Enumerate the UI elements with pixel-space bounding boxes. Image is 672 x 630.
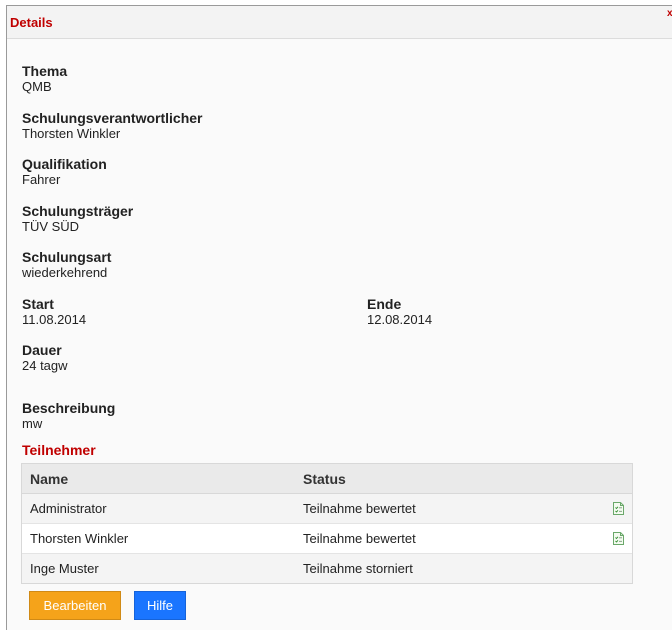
column-header-status[interactable]: Status	[303, 471, 346, 487]
field-qualifikation: Qualifikation Fahrer	[22, 156, 107, 188]
field-value: QMB	[22, 79, 52, 94]
field-schulungsart: Schulungsart wiederkehrend	[22, 249, 111, 281]
field-value: 12.08.2014	[367, 312, 433, 327]
participants-table: Name Status Administrator Teilnahme bewe…	[21, 463, 633, 584]
column-header-name[interactable]: Name	[30, 471, 68, 487]
field-beschreibung: Beschreibung mw	[22, 400, 115, 432]
participant-status: Teilnahme bewertet	[303, 531, 416, 546]
evaluation-document-icon[interactable]	[613, 502, 624, 515]
dialog-title: Details	[10, 15, 53, 30]
dialog-titlebar: Details x	[7, 6, 672, 39]
table-row[interactable]: Administrator Teilnahme bewertet	[22, 494, 632, 524]
participant-name: Inge Muster	[30, 561, 99, 576]
field-value: 24 tagw	[22, 358, 68, 373]
help-button[interactable]: Hilfe	[134, 591, 186, 620]
field-label: Start	[22, 296, 54, 312]
field-value: Fahrer	[22, 172, 61, 187]
table-row[interactable]: Inge Muster Teilnahme storniert	[22, 554, 632, 583]
evaluation-document-icon[interactable]	[613, 532, 624, 545]
field-schulungsverantwortlicher: Schulungsverantwortlicher Thorsten Winkl…	[22, 110, 202, 142]
participant-status: Teilnahme storniert	[303, 561, 413, 576]
field-thema: Thema QMB	[22, 63, 67, 95]
field-label: Ende	[367, 296, 402, 312]
field-schulungstraeger: Schulungsträger TÜV SÜD	[22, 203, 133, 235]
close-icon[interactable]: x	[667, 8, 672, 19]
participant-status: Teilnahme bewertet	[303, 501, 416, 516]
field-value: mw	[22, 416, 43, 431]
participant-name: Thorsten Winkler	[30, 531, 129, 546]
field-label: Schulungsverantwortlicher	[22, 110, 203, 126]
field-ende: Ende 12.08.2014	[367, 296, 432, 328]
field-label: Schulungsträger	[22, 203, 134, 219]
participants-heading: Teilnehmer	[22, 442, 96, 458]
table-header: Name Status	[22, 464, 632, 494]
field-label: Qualifikation	[22, 156, 107, 172]
edit-button[interactable]: Bearbeiten	[29, 591, 121, 620]
table-row[interactable]: Thorsten Winkler Teilnahme bewertet	[22, 524, 632, 554]
field-value: TÜV SÜD	[22, 219, 80, 234]
field-label: Dauer	[22, 342, 62, 358]
field-label: Beschreibung	[22, 400, 116, 416]
field-label: Schulungsart	[22, 249, 112, 265]
field-value: Thorsten Winkler	[22, 126, 121, 141]
field-label: Thema	[22, 63, 68, 79]
field-start: Start 11.08.2014	[22, 296, 86, 328]
participant-name: Administrator	[30, 501, 107, 516]
field-dauer: Dauer 24 tagw	[22, 342, 68, 374]
field-value: 11.08.2014	[22, 312, 87, 327]
field-value: wiederkehrend	[22, 265, 108, 280]
